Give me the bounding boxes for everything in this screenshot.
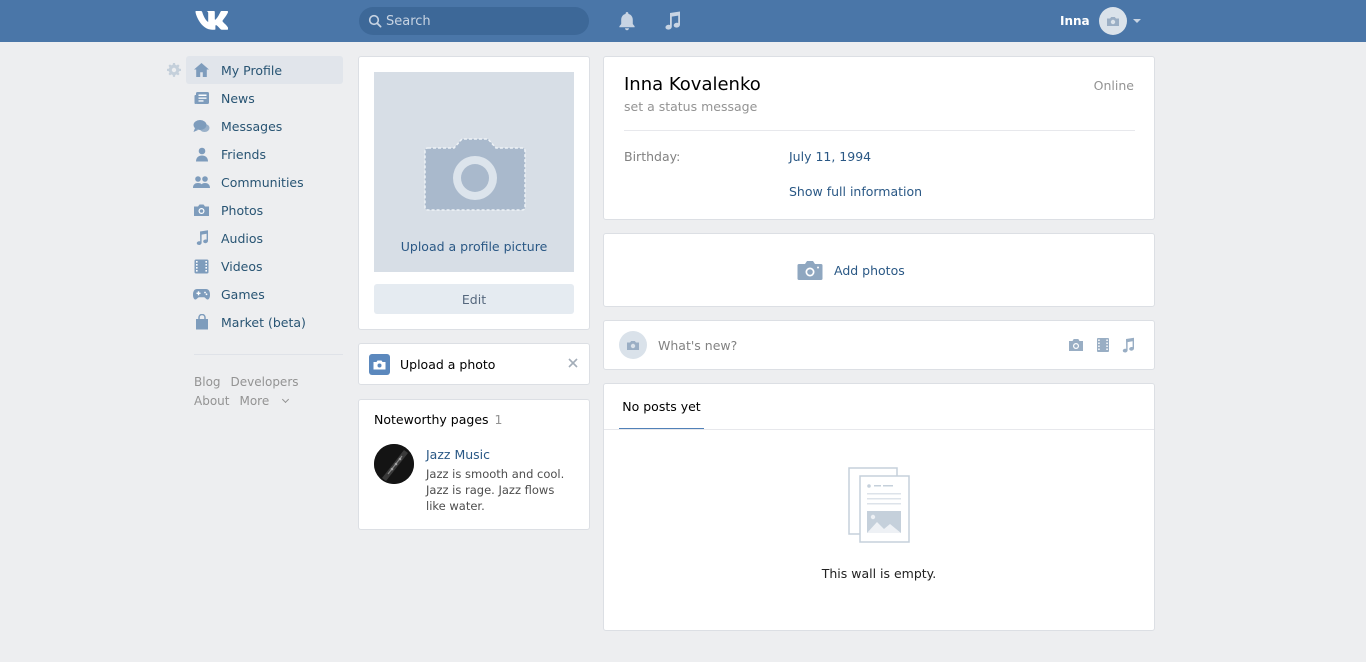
news-icon — [193, 90, 210, 107]
upload-profile-picture-label: Upload a profile picture — [400, 239, 548, 254]
vk-logo[interactable] — [194, 9, 228, 31]
search-box[interactable] — [359, 7, 589, 35]
empty-wall-icon — [848, 467, 910, 543]
empty-wall-text: This wall is empty. — [821, 566, 937, 581]
sidebar-item-communities[interactable]: Communities — [186, 168, 343, 196]
profile-photo-card: Upload a profile picture Edit — [358, 56, 590, 330]
whats-new-input[interactable] — [658, 330, 1048, 360]
sidebar-item-label: My Profile — [221, 62, 283, 78]
page-description: Jazz is smooth and cool. Jazz is rage. J… — [426, 467, 565, 513]
user-name: Inna — [1060, 14, 1090, 28]
messages-icon — [193, 118, 210, 135]
show-full-information-link[interactable]: Show full information — [789, 184, 922, 199]
divider — [604, 429, 1154, 430]
music-note-icon — [193, 230, 210, 247]
close-icon[interactable] — [567, 357, 579, 369]
sidebar-item-messages[interactable]: Messages — [186, 112, 343, 140]
sidebar-item-label: News — [221, 90, 255, 106]
gear-icon[interactable] — [167, 63, 181, 77]
bell-icon[interactable] — [616, 10, 638, 32]
profile-info-card: Inna Kovalenko set a status message Onli… — [603, 56, 1155, 220]
search-input[interactable] — [386, 7, 581, 35]
online-status: Online — [1093, 78, 1134, 93]
sidebar-item-audios[interactable]: Audios — [186, 224, 343, 252]
noteworthy-pages-card: Noteworthy pages 1 Jazz Music Jazz is smo… — [358, 399, 590, 530]
sidebar-item-label: Photos — [221, 202, 264, 218]
music-note-icon[interactable] — [1120, 337, 1136, 353]
sidebar-item-label: Videos — [221, 258, 263, 274]
upload-photo-label: Upload a photo — [400, 357, 496, 372]
edit-button[interactable]: Edit — [374, 284, 574, 314]
profile-photo-upload[interactable]: Upload a profile picture — [374, 72, 574, 272]
top-bar: Inna — [0, 0, 1366, 42]
film-icon[interactable] — [1095, 337, 1111, 353]
post-composer — [603, 320, 1155, 370]
about-link[interactable]: About — [194, 394, 229, 408]
add-photos-link[interactable]: Add photos — [834, 263, 905, 278]
camera-icon — [193, 202, 210, 219]
camera-icon — [369, 354, 390, 375]
home-icon — [193, 62, 210, 79]
more-label: More — [239, 394, 270, 408]
status-message[interactable]: set a status message — [624, 99, 757, 114]
sidebar-item-label: Communities — [221, 174, 304, 190]
friend-icon — [193, 146, 210, 163]
communities-icon — [193, 174, 210, 191]
more-link[interactable]: More — [239, 394, 290, 408]
bag-icon — [193, 314, 210, 331]
sidebar-item-videos[interactable]: Videos — [186, 252, 343, 280]
birthday-value[interactable]: July 11, 1994 — [789, 149, 871, 164]
noteworthy-count: 1 — [494, 412, 503, 427]
sidebar-item-news[interactable]: News — [186, 84, 343, 112]
page-name-link[interactable]: Jazz Music — [426, 447, 490, 462]
camera-icon — [797, 261, 823, 280]
sidebar-item-games[interactable]: Games — [186, 280, 343, 308]
chevron-down-icon — [282, 395, 290, 404]
divider — [624, 130, 1135, 131]
chevron-down-icon — [1132, 19, 1141, 23]
sidebar-nav: My Profile News Messages Friends Communi… — [186, 56, 343, 336]
avatar — [1098, 7, 1127, 35]
sidebar-item-label: Games — [221, 286, 265, 302]
noteworthy-title-label: Noteworthy pages — [374, 412, 489, 427]
camera-icon[interactable] — [1068, 337, 1084, 353]
page-title: Inna Kovalenko — [624, 74, 761, 95]
upload-photo-card[interactable]: Upload a photo — [358, 343, 590, 385]
avatar — [619, 331, 647, 359]
sidebar-item-label: Market (beta) — [221, 314, 306, 330]
divider — [194, 354, 343, 355]
sidebar-item-photos[interactable]: Photos — [186, 196, 343, 224]
film-icon — [193, 258, 210, 275]
wall-card: No posts yet This wall is empty. — [603, 383, 1155, 631]
avatar[interactable] — [374, 444, 414, 484]
tab-no-posts[interactable]: No posts yet — [619, 384, 704, 430]
camera-icon — [424, 138, 526, 211]
sidebar-item-market[interactable]: Market (beta) — [186, 308, 343, 336]
camera-icon — [1106, 16, 1119, 26]
blog-link[interactable]: Blog — [194, 375, 221, 389]
gamepad-icon — [193, 286, 210, 303]
footer-links: Blog Developers About More — [194, 373, 344, 411]
music-note-icon[interactable] — [662, 10, 684, 32]
sidebar-item-friends[interactable]: Friends — [186, 140, 343, 168]
noteworthy-title[interactable]: Noteworthy pages 1 — [374, 412, 502, 427]
sidebar-item-label: Friends — [221, 146, 266, 162]
birthday-label: Birthday: — [624, 149, 681, 164]
user-menu[interactable]: Inna — [1060, 5, 1141, 37]
search-icon — [368, 14, 382, 28]
add-photos-card[interactable]: Add photos — [603, 233, 1155, 307]
sidebar-item-my-profile[interactable]: My Profile — [186, 56, 343, 84]
sidebar-item-label: Messages — [221, 118, 283, 134]
sidebar-item-label: Audios — [221, 230, 264, 246]
developers-link[interactable]: Developers — [231, 375, 299, 389]
